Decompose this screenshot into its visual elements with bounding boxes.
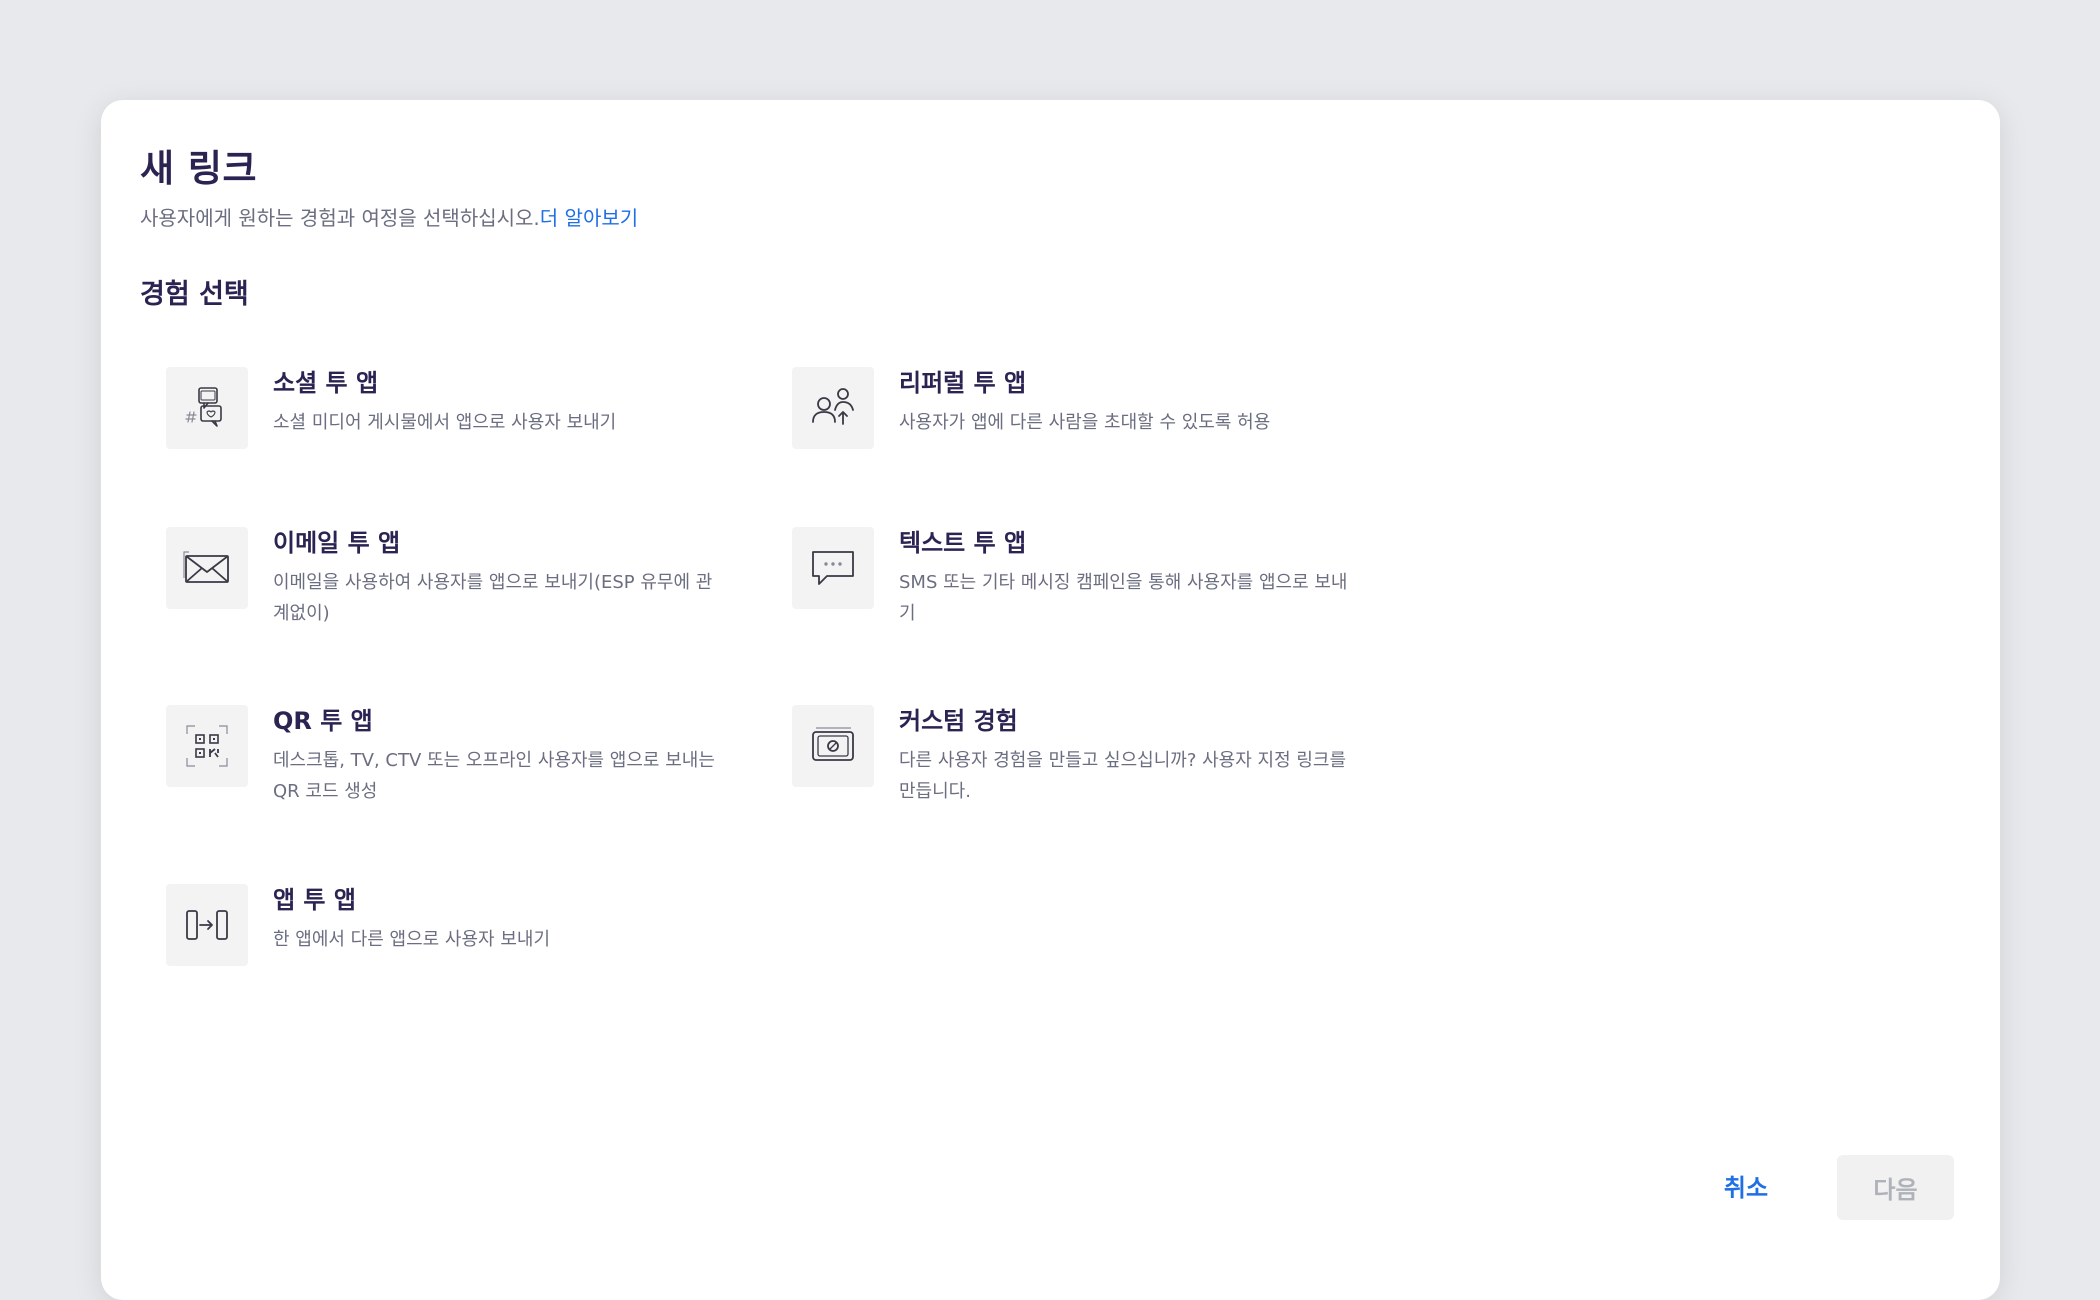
social-chat-icon [166, 367, 248, 449]
option-title: 앱 투 앱 [273, 886, 356, 914]
option-title: QR 투 앱 [273, 707, 373, 735]
envelope-icon [166, 527, 248, 609]
app-to-app-icon [166, 884, 248, 966]
qr-code-icon [166, 705, 248, 787]
dialog-title: 새 링크 [140, 147, 258, 190]
section-title: 경험 선택 [140, 279, 249, 310]
dialog-subtitle: 사용자에게 원하는 경험과 여정을 선택하십시오.더 알아보기 [140, 202, 638, 231]
next-button[interactable]: 다음 [1837, 1155, 1954, 1220]
option-description: 사용자가 앱에 다른 사람을 초대할 수 있도록 허용 [899, 412, 1271, 433]
option-description: 다른 사용자 경험을 만들고 싶으십니까? 사용자 지정 링크를 만듭니다. [899, 750, 1347, 802]
custom-experience-icon [792, 705, 874, 787]
option-title: 이메일 투 앱 [273, 529, 401, 557]
option-description: 이메일을 사용하여 사용자를 앱으로 보내기(ESP 유무에 관계없이) [273, 572, 713, 624]
option-description: SMS 또는 기타 메시징 캠페인을 통해 사용자를 앱으로 보내기 [899, 572, 1348, 624]
option-description: 데스크톱, TV, CTV 또는 오프라인 사용자를 앱으로 보내는 QR 코드… [273, 750, 715, 802]
option-title: 텍스트 투 앱 [899, 529, 1027, 557]
subtitle-text: 사용자에게 원하는 경험과 여정을 선택하십시오. [140, 206, 540, 230]
option-description: 한 앱에서 다른 앱으로 사용자 보내기 [273, 929, 551, 950]
speech-bubble-icon [792, 527, 874, 609]
referral-users-icon [792, 367, 874, 449]
option-description: 소셜 미디어 게시물에서 앱으로 사용자 보내기 [273, 412, 617, 433]
cancel-button[interactable]: 취소 [1711, 1155, 1781, 1215]
new-link-dialog: 새 링크 사용자에게 원하는 경험과 여정을 선택하십시오.더 알아보기 경험 … [101, 100, 2000, 1300]
option-title: 리퍼럴 투 앱 [899, 369, 1027, 397]
learn-more-link[interactable]: 더 알아보기 [540, 206, 638, 230]
option-title: 소셜 투 앱 [273, 369, 379, 397]
option-title: 커스텀 경험 [899, 707, 1018, 735]
